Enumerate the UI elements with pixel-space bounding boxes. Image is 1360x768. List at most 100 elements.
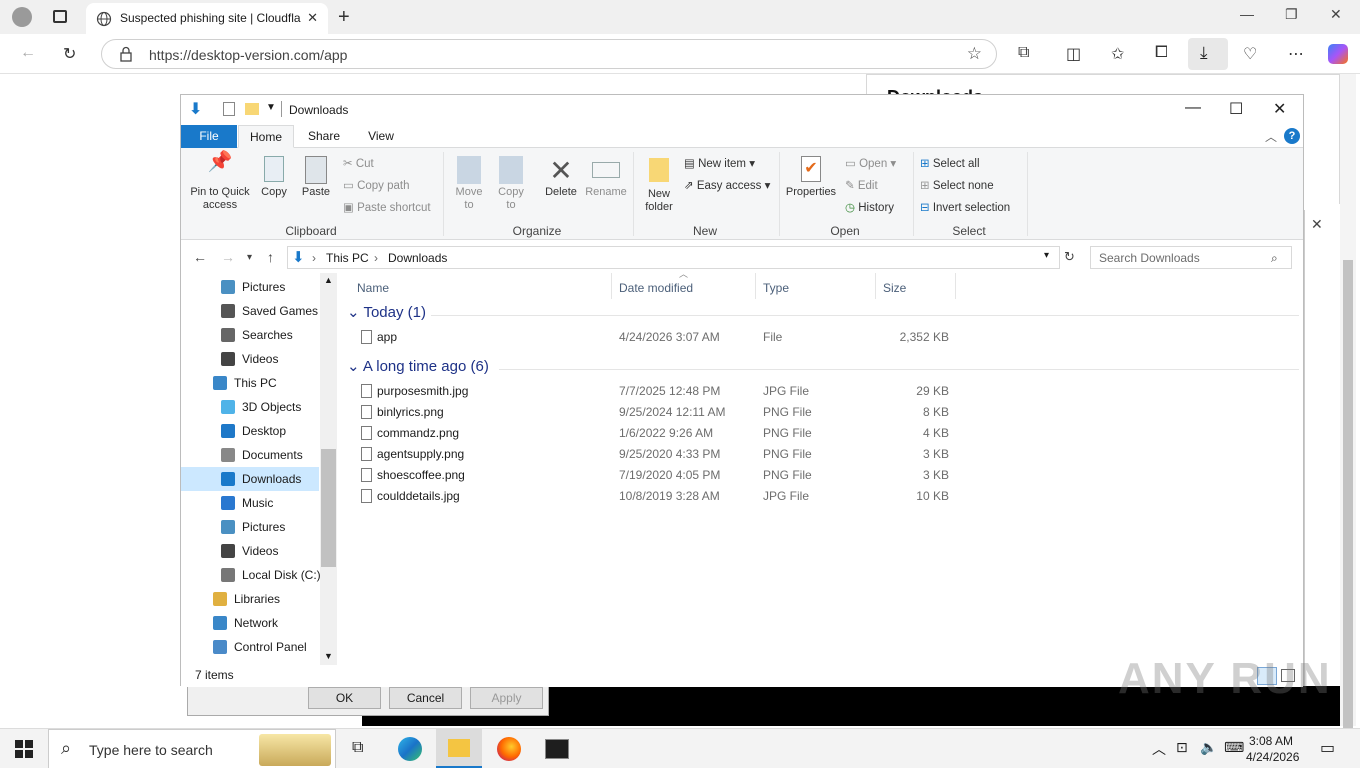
column-separator[interactable] <box>875 273 876 299</box>
terminal-taskbar-icon[interactable] <box>545 739 569 759</box>
explorer-address-bar[interactable]: ⬇ › This PC › Downloads ▾ <box>287 246 1060 269</box>
close-icon[interactable]: ✕ <box>1311 216 1323 233</box>
address-bar[interactable]: https://desktop-version.com/app ☆ <box>101 39 997 69</box>
select-none-button[interactable]: ⊞ Select none <box>920 178 994 192</box>
breadcrumb-chevron[interactable]: › <box>312 251 316 265</box>
close-window-icon[interactable]: ✕ <box>1330 6 1342 23</box>
open-button[interactable]: ▭ Open ▾ <box>845 156 896 170</box>
nav-item-videos[interactable]: Videos <box>181 347 319 371</box>
clock[interactable]: 3:08 AM 4/24/2026 <box>1246 733 1299 765</box>
minimize-icon[interactable]: — <box>1240 6 1254 22</box>
tab-share[interactable]: Share <box>299 125 349 148</box>
nav-item-3d-objects[interactable]: 3D Objects <box>181 395 319 419</box>
move-to-button[interactable]: Move to <box>451 156 487 212</box>
breadcrumb-this-pc[interactable]: This PC <box>326 251 369 265</box>
scroll-up-icon[interactable]: ▲ <box>324 275 333 285</box>
language-icon[interactable]: ⌨ <box>1224 739 1244 756</box>
scroll-down-icon[interactable]: ▼ <box>324 651 333 661</box>
new-item-button[interactable]: ▤ New item ▾ <box>684 156 755 170</box>
forward-arrow-icon[interactable]: → <box>221 249 235 265</box>
breadcrumb-downloads[interactable]: Downloads <box>388 251 447 265</box>
pin-to-quick-access-button[interactable]: 📌 Pin to Quick access <box>187 152 253 212</box>
copy-path-button[interactable]: ▭ Copy path <box>343 178 410 192</box>
page-scroll-thumb[interactable] <box>1343 260 1353 740</box>
file-row[interactable]: coulddetails.jpg 10/8/2019 3:28 AM JPG Fil… <box>357 486 957 507</box>
ok-button[interactable]: OK <box>308 687 381 709</box>
nav-item-saved-games[interactable]: Saved Games <box>181 299 319 323</box>
nav-item-videos[interactable]: Videos <box>181 539 319 563</box>
tab-view[interactable]: View <box>351 125 411 148</box>
file-row[interactable]: purposesmith.jpg 7/7/2025 12:48 PM JPG Fil… <box>357 381 957 402</box>
paste-button[interactable]: Paste <box>297 156 335 199</box>
nav-item-libraries[interactable]: Libraries <box>181 587 319 611</box>
tab-close-icon[interactable]: ✕ <box>307 10 318 26</box>
copy-button[interactable]: Copy <box>257 156 291 199</box>
properties-button[interactable]: ✔ Properties <box>783 156 839 199</box>
customize-toolbar-icon[interactable]: ▼ <box>266 102 276 113</box>
new-tab-icon[interactable]: + <box>338 6 350 29</box>
nav-item-music[interactable]: Music <box>181 491 319 515</box>
rename-button[interactable]: Rename <box>583 156 629 199</box>
address-dropdown-icon[interactable]: ▾ <box>1044 250 1049 261</box>
refresh-icon[interactable]: ↻ <box>63 44 76 64</box>
group-header[interactable]: ⌄ Today (1) <box>347 303 426 321</box>
favorites-icon[interactable]: ✩ <box>1111 44 1124 64</box>
copilot-icon[interactable] <box>1328 44 1348 64</box>
select-all-button[interactable]: ⊞ Select all <box>920 156 980 170</box>
recent-locations-icon[interactable]: ▾ <box>247 252 252 263</box>
notification-icon[interactable]: ▭ <box>1320 738 1335 758</box>
minimize-icon[interactable]: — <box>1185 99 1201 117</box>
new-folder-quick-icon[interactable] <box>245 103 259 115</box>
more-options-icon[interactable]: ⋯ <box>1288 44 1304 64</box>
refresh-icon[interactable]: ↻ <box>1064 249 1075 265</box>
nav-item-documents[interactable]: Documents <box>181 443 319 467</box>
delete-button[interactable]: ✕ Delete <box>539 156 583 199</box>
properties-quick-icon[interactable] <box>223 102 235 116</box>
start-windows-icon[interactable] <box>15 740 33 758</box>
file-row[interactable]: binlyrics.png 9/25/2024 12:11 AM PNG File 8… <box>357 402 957 423</box>
nav-item-control-panel[interactable]: Control Panel <box>181 635 319 659</box>
browser-essentials-icon[interactable]: ♡ <box>1243 44 1257 64</box>
file-row[interactable]: commandz.png 1/6/2022 9:26 AM PNG File 4 KB <box>357 423 957 444</box>
nav-item-local-disk-c[interactable]: Local Disk (C:) <box>181 563 321 587</box>
maximize-icon[interactable]: ☐ <box>1229 99 1243 119</box>
file-row[interactable]: app 4/24/2026 3:07 AM File 2,352 KB <box>357 327 957 348</box>
extensions-icon[interactable]: ⧉ <box>1018 44 1029 62</box>
back-icon[interactable]: ← <box>20 44 36 62</box>
profile-avatar[interactable] <box>12 7 32 27</box>
nav-item-desktop[interactable]: Desktop <box>181 419 319 443</box>
file-row[interactable]: shoescoffee.png 7/19/2020 4:05 PM PNG File… <box>357 465 957 486</box>
nav-item-pictures[interactable]: Pictures <box>181 275 319 299</box>
group-header[interactable]: ⌄ A long time ago (6) <box>347 357 489 375</box>
page-scrollbar[interactable] <box>1340 74 1356 740</box>
taskbar-search[interactable]: ⌕ Type here to search <box>48 729 336 768</box>
paste-shortcut-button[interactable]: ▣ Paste shortcut <box>343 200 431 214</box>
show-hidden-icons-icon[interactable]: ︿ <box>1152 739 1166 759</box>
favorite-star-icon[interactable]: ☆ <box>967 44 982 64</box>
close-icon[interactable]: ✕ <box>1273 99 1286 119</box>
column-type[interactable]: Type <box>763 281 789 295</box>
file-row[interactable]: agentsupply.png 9/25/2020 4:33 PM PNG File… <box>357 444 957 465</box>
collections-icon[interactable]: ⧠ <box>1155 44 1168 62</box>
invert-selection-button[interactable]: ⊟ Invert selection <box>920 200 1010 214</box>
file-explorer-taskbar-icon[interactable] <box>436 729 482 768</box>
easy-access-button[interactable]: ⇗ Easy access ▾ <box>684 178 770 192</box>
column-name[interactable]: Name <box>357 281 389 295</box>
nav-item-pictures[interactable]: Pictures <box>181 515 319 539</box>
column-separator[interactable] <box>611 273 612 299</box>
volume-icon[interactable]: 🔈 <box>1200 739 1217 756</box>
back-arrow-icon[interactable]: ← <box>193 249 207 265</box>
up-arrow-icon[interactable]: ↑ <box>267 249 274 265</box>
edit-button[interactable]: ✎ Edit <box>845 178 878 192</box>
column-separator[interactable] <box>755 273 756 299</box>
task-view-icon[interactable]: ⧉ <box>352 739 363 757</box>
nav-item-network[interactable]: Network <box>181 611 319 635</box>
search-downloads-input[interactable]: Search Downloads ⌕ <box>1090 246 1292 269</box>
column-date-modified[interactable]: Date modified <box>619 281 693 295</box>
tab-actions-icon[interactable] <box>53 10 67 23</box>
column-size[interactable]: Size <box>883 281 906 295</box>
edge-taskbar-icon[interactable] <box>398 737 422 761</box>
new-folder-button[interactable]: New folder <box>639 156 679 214</box>
nav-item-searches[interactable]: Searches <box>181 323 319 347</box>
firefox-taskbar-icon[interactable] <box>497 737 521 761</box>
